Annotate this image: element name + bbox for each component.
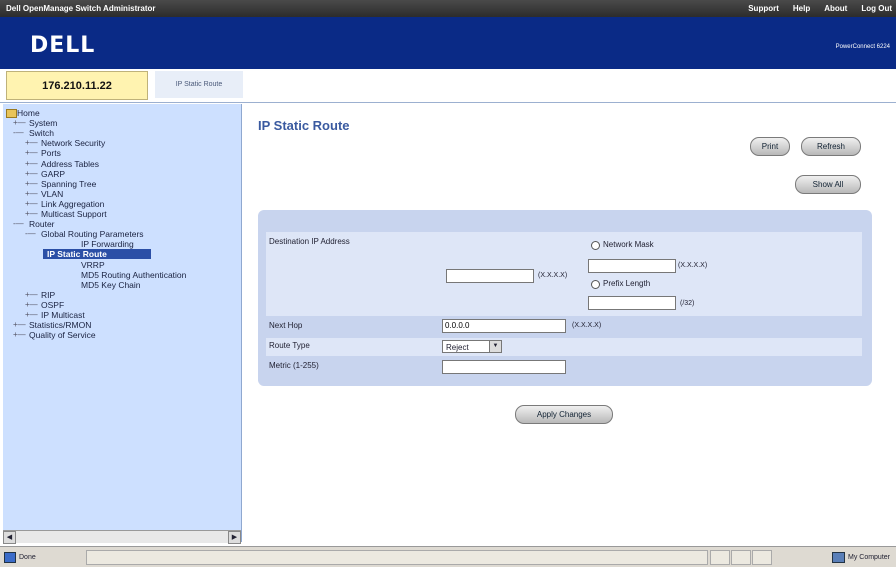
expand-icon[interactable]: +— — [25, 300, 38, 309]
destination-ip-field[interactable] — [446, 269, 534, 283]
sidebar-item-ip-static-route[interactable]: IP Static Route — [43, 249, 151, 260]
apply-changes-button[interactable]: Apply Changes — [515, 405, 613, 424]
prefix-length-field[interactable] — [588, 296, 676, 310]
sidebar-item-multicast-support[interactable]: Multicast Support — [41, 209, 107, 219]
scroll-right-icon[interactable]: ▶ — [228, 531, 241, 544]
refresh-button[interactable]: Refresh — [801, 137, 861, 156]
next-hop-label: Next Hop — [269, 321, 303, 330]
expand-icon[interactable]: +— — [25, 169, 38, 178]
route-type-select[interactable]: Reject ▼ — [442, 340, 502, 353]
sidebar-item-spanning-tree[interactable]: Spanning Tree — [41, 179, 96, 189]
help-link[interactable]: Help — [793, 4, 810, 13]
collapse-icon[interactable]: -— — [13, 219, 24, 228]
top-menu-bar: Dell OpenManage Switch Administrator Sup… — [0, 0, 896, 17]
expand-icon[interactable]: +— — [25, 138, 38, 147]
navigation-tree: Home +— System -— Switch +— Network Security +—… — [3, 104, 242, 542]
status-pane-1 — [710, 550, 730, 565]
page-title: IP Static Route — [258, 118, 350, 133]
network-mask-hint: (X.X.X.X) — [678, 262, 708, 269]
expand-icon[interactable]: +— — [25, 179, 38, 188]
route-type-row: Route Type Reject ▼ — [266, 338, 862, 356]
status-left: Done — [4, 552, 36, 563]
sidebar-item-quality-of-service[interactable]: Quality of Service — [29, 330, 96, 340]
sidebar-item-rip[interactable]: RIP — [41, 290, 55, 300]
top-links: Support Help About Log Out — [748, 4, 892, 13]
static-route-form: Destination IP Address Network Mask (X.X… — [266, 232, 862, 384]
metric-field[interactable] — [442, 360, 566, 374]
banner: DELL PowerConnect 6224 — [0, 17, 896, 69]
expand-icon[interactable]: +— — [25, 159, 38, 168]
sidebar-item-md5-key-chain[interactable]: MD5 Key Chain — [81, 280, 141, 290]
expand-icon[interactable]: +— — [25, 310, 38, 319]
expand-icon[interactable]: +— — [25, 148, 38, 157]
status-pane-main — [86, 550, 708, 565]
status-text: Done — [19, 554, 36, 561]
sidebar-item-ip-multicast[interactable]: IP Multicast — [41, 310, 85, 320]
sidebar-item-garp[interactable]: GARP — [41, 169, 65, 179]
collapse-icon[interactable]: -— — [13, 128, 24, 137]
zone-text: My Computer — [847, 554, 890, 561]
network-mask-field[interactable] — [588, 259, 676, 273]
expand-icon[interactable]: +— — [13, 330, 26, 339]
sidebar-item-vlan[interactable]: VLAN — [41, 189, 63, 199]
chevron-down-icon[interactable]: ▼ — [489, 341, 501, 352]
dell-logo: DELL — [30, 33, 96, 58]
expand-icon[interactable]: +— — [25, 209, 38, 218]
security-zone: My Computer — [831, 552, 890, 563]
expand-icon[interactable]: +— — [13, 320, 26, 329]
about-link[interactable]: About — [824, 4, 847, 13]
sidebar-item-home[interactable]: Home — [17, 108, 40, 118]
network-mask-radio[interactable] — [591, 241, 600, 250]
destination-ip-hint: (X.X.X.X) — [538, 272, 568, 279]
metric-label: Metric (1-255) — [269, 361, 319, 370]
app-title: Dell OpenManage Switch Administrator — [6, 4, 156, 13]
sidebar-horizontal-scrollbar[interactable]: ◀ ▶ — [3, 530, 241, 544]
prefix-length-hint: (/32) — [680, 300, 695, 307]
prefix-length-label: Prefix Length — [603, 279, 651, 288]
computer-icon — [831, 552, 845, 563]
network-mask-label: Network Mask — [603, 240, 654, 249]
sidebar-item-switch[interactable]: Switch — [29, 128, 54, 138]
expand-icon[interactable]: +— — [25, 199, 38, 208]
print-button[interactable]: Print — [750, 137, 790, 156]
sidebar-item-ospf[interactable]: OSPF — [41, 300, 64, 310]
status-pane-2 — [731, 550, 751, 565]
sidebar-item-vrrp[interactable]: VRRP — [81, 260, 105, 270]
sidebar-item-statistics-rmon[interactable]: Statistics/RMON — [29, 320, 91, 330]
next-hop-hint: (X.X.X.X) — [572, 322, 602, 329]
sidebar-item-link-aggregation[interactable]: Link Aggregation — [41, 199, 104, 209]
support-link[interactable]: Support — [748, 4, 779, 13]
metric-row: Metric (1-255) — [266, 358, 862, 376]
sidebar-item-ports[interactable]: Ports — [41, 148, 61, 158]
home-folder-icon — [6, 109, 17, 118]
sidebar-item-router[interactable]: Router — [29, 219, 55, 229]
sidebar-item-ip-forwarding[interactable]: IP Forwarding — [81, 239, 134, 249]
sidebar-item-md5-routing-authentication[interactable]: MD5 Routing Authentication — [81, 270, 186, 280]
device-ip-tab[interactable]: 176.210.11.22 — [6, 71, 148, 100]
destination-ip-label: Destination IP Address — [269, 237, 350, 246]
prefix-length-radio[interactable] — [591, 280, 600, 289]
scroll-left-icon[interactable]: ◀ — [3, 531, 16, 544]
sidebar-item-address-tables[interactable]: Address Tables — [41, 159, 99, 169]
expand-icon[interactable]: +— — [13, 118, 26, 127]
route-type-label: Route Type — [269, 341, 310, 350]
route-type-value: Reject — [446, 343, 469, 352]
next-hop-field[interactable] — [442, 319, 566, 333]
sidebar-item-system[interactable]: System — [29, 118, 57, 128]
expand-icon[interactable]: +— — [25, 290, 38, 299]
product-name: PowerConnect 6224 — [835, 44, 890, 50]
logout-link[interactable]: Log Out — [861, 4, 892, 13]
sidebar-item-network-security[interactable]: Network Security — [41, 138, 105, 148]
ie-page-icon — [4, 552, 16, 563]
expand-icon[interactable]: +— — [25, 189, 38, 198]
status-bar: Done My Computer — [0, 546, 896, 567]
collapse-icon[interactable]: -— — [25, 229, 36, 238]
next-hop-row: Next Hop (X.X.X.X) — [266, 318, 862, 336]
sidebar-item-global-routing-parameters[interactable]: Global Routing Parameters — [41, 229, 144, 239]
breadcrumb[interactable]: IP Static Route — [155, 71, 243, 98]
status-pane-3 — [752, 550, 772, 565]
tab-strip: 176.210.11.22 IP Static Route — [0, 69, 896, 103]
show-all-button[interactable]: Show All — [795, 175, 861, 194]
destination-row: Destination IP Address Network Mask (X.X… — [266, 232, 862, 316]
